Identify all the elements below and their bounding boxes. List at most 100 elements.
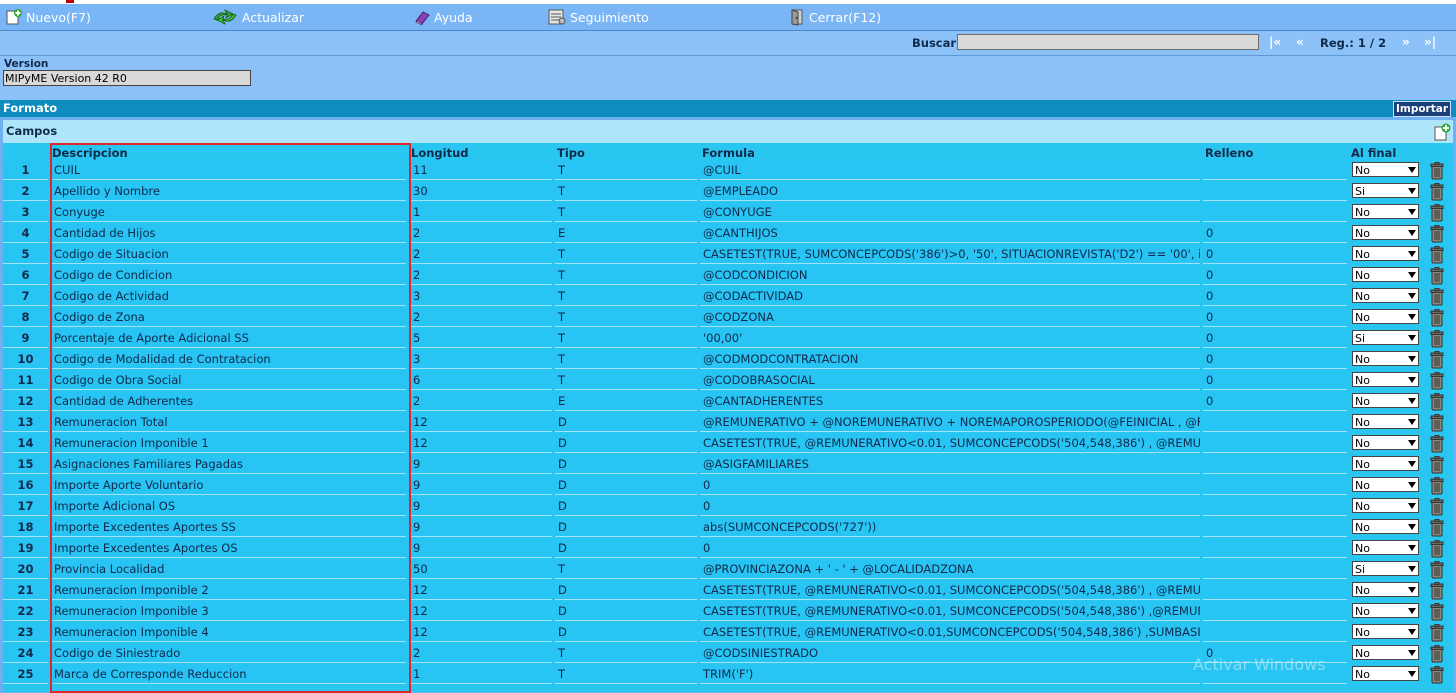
tipo-cell[interactable]: T (555, 329, 697, 348)
alfinal-select[interactable]: Si (1352, 330, 1419, 345)
formula-cell[interactable]: @CANTADHERENTES (700, 392, 1200, 411)
descripcion-cell[interactable]: Importe Excedentes Aportes OS (51, 539, 406, 558)
alfinal-select[interactable]: No (1352, 624, 1419, 639)
tipo-cell[interactable]: E (555, 224, 697, 243)
relleno-cell[interactable]: 0 (1203, 329, 1347, 348)
descripcion-cell[interactable]: Codigo de Siniestrado (51, 644, 406, 663)
relleno-cell[interactable] (1203, 434, 1347, 453)
descripcion-cell[interactable]: Codigo de Actividad (51, 287, 406, 306)
descripcion-cell[interactable]: Importe Aporte Voluntario (51, 476, 406, 495)
descripcion-cell[interactable]: Remuneracion Imponible 2 (51, 581, 406, 600)
longitud-cell[interactable]: 2 (410, 245, 552, 264)
version-input[interactable] (3, 70, 251, 86)
alfinal-select[interactable]: No (1352, 246, 1419, 261)
descripcion-cell[interactable]: Codigo de Situacion (51, 245, 406, 264)
longitud-cell[interactable]: 9 (410, 476, 552, 495)
tipo-cell[interactable]: D (555, 623, 697, 642)
alfinal-select[interactable]: No (1352, 393, 1419, 408)
formula-cell[interactable]: @CODZONA (700, 308, 1200, 327)
longitud-cell[interactable]: 1 (410, 203, 552, 222)
tipo-cell[interactable]: T (555, 161, 697, 180)
relleno-cell[interactable]: 0 (1203, 350, 1347, 369)
tipo-cell[interactable]: D (555, 476, 697, 495)
alfinal-select[interactable]: No (1352, 603, 1419, 618)
descripcion-cell[interactable]: Importe Adicional OS (51, 497, 406, 516)
formula-cell[interactable]: @CANTHIJOS (700, 224, 1200, 243)
longitud-cell[interactable]: 2 (410, 644, 552, 663)
relleno-cell[interactable]: 0 (1203, 266, 1347, 285)
descripcion-cell[interactable]: Apellido y Nombre (51, 182, 406, 201)
descripcion-cell[interactable]: CUIL (51, 161, 406, 180)
ayuda-button[interactable]: Ayuda (414, 8, 473, 26)
tipo-cell[interactable]: D (555, 518, 697, 537)
longitud-cell[interactable]: 1 (410, 665, 552, 684)
relleno-cell[interactable] (1203, 476, 1347, 495)
longitud-cell[interactable]: 2 (410, 266, 552, 285)
relleno-cell[interactable] (1203, 161, 1347, 180)
alfinal-select[interactable]: No (1352, 225, 1419, 240)
descripcion-cell[interactable]: Codigo de Condicion (51, 266, 406, 285)
search-input[interactable] (957, 34, 1259, 50)
importar-button[interactable]: Importar (1393, 101, 1451, 117)
longitud-cell[interactable]: 2 (410, 308, 552, 327)
tipo-cell[interactable]: T (555, 287, 697, 306)
descripcion-cell[interactable]: Remuneracion Imponible 4 (51, 623, 406, 642)
relleno-cell[interactable] (1203, 455, 1347, 474)
longitud-cell[interactable]: 2 (410, 224, 552, 243)
formula-cell[interactable]: @CODACTIVIDAD (700, 287, 1200, 306)
formula-cell[interactable]: CASETEST(TRUE, @REMUNERATIVO<0.01, SUMCO… (700, 434, 1200, 453)
prev-record-button[interactable]: « (1296, 35, 1304, 49)
alfinal-select[interactable]: No (1352, 582, 1419, 597)
descripcion-cell[interactable]: Conyuge (51, 203, 406, 222)
longitud-cell[interactable]: 11 (410, 161, 552, 180)
relleno-cell[interactable] (1203, 413, 1347, 432)
relleno-cell[interactable]: 0 (1203, 245, 1347, 264)
longitud-cell[interactable]: 12 (410, 413, 552, 432)
tipo-cell[interactable]: D (555, 581, 697, 600)
alfinal-select[interactable]: No (1352, 519, 1419, 534)
tipo-cell[interactable]: E (555, 392, 697, 411)
tipo-cell[interactable]: T (555, 203, 697, 222)
tipo-cell[interactable]: T (555, 644, 697, 663)
tipo-cell[interactable]: D (555, 413, 697, 432)
relleno-cell[interactable]: 0 (1203, 308, 1347, 327)
delete-trash-icon[interactable] (1428, 665, 1446, 688)
alfinal-select[interactable]: No (1352, 666, 1419, 681)
longitud-cell[interactable]: 9 (410, 518, 552, 537)
descripcion-cell[interactable]: Codigo de Obra Social (51, 371, 406, 390)
relleno-cell[interactable] (1203, 497, 1347, 516)
formula-cell[interactable]: CASETEST(TRUE, @REMUNERATIVO<0.01, SUMCO… (700, 602, 1200, 621)
tipo-cell[interactable]: D (555, 455, 697, 474)
last-record-button[interactable]: »| (1424, 35, 1436, 49)
formula-cell[interactable]: @CUIL (700, 161, 1200, 180)
tipo-cell[interactable]: D (555, 539, 697, 558)
descripcion-cell[interactable]: Marca de Corresponde Reduccion (51, 665, 406, 684)
longitud-cell[interactable]: 12 (410, 602, 552, 621)
descripcion-cell[interactable]: Codigo de Zona (51, 308, 406, 327)
longitud-cell[interactable]: 30 (410, 182, 552, 201)
formula-cell[interactable]: TRIM('F') (700, 665, 1200, 684)
formula-cell[interactable]: 0 (700, 476, 1200, 495)
formula-cell[interactable]: abs(SUMCONCEPCODS('727')) (700, 518, 1200, 537)
tipo-cell[interactable]: T (555, 308, 697, 327)
descripcion-cell[interactable]: Porcentaje de Aporte Adicional SS (51, 329, 406, 348)
formula-cell[interactable]: @CODMODCONTRATACION (700, 350, 1200, 369)
formula-cell[interactable]: 0 (700, 497, 1200, 516)
tipo-cell[interactable]: T (555, 182, 697, 201)
relleno-cell[interactable] (1203, 602, 1347, 621)
descripcion-cell[interactable]: Cantidad de Hijos (51, 224, 406, 243)
formula-cell[interactable]: '00,00' (700, 329, 1200, 348)
longitud-cell[interactable]: 12 (410, 581, 552, 600)
longitud-cell[interactable]: 50 (410, 560, 552, 579)
add-field-icon[interactable] (1432, 122, 1452, 142)
longitud-cell[interactable]: 2 (410, 392, 552, 411)
formula-cell[interactable]: @CONYUGE (700, 203, 1200, 222)
tipo-cell[interactable]: T (555, 245, 697, 264)
alfinal-select[interactable]: No (1352, 351, 1419, 366)
tipo-cell[interactable]: T (555, 560, 697, 579)
formula-cell[interactable]: CASETEST(TRUE, @REMUNERATIVO<0.01, SUMCO… (700, 581, 1200, 600)
descripcion-cell[interactable]: Asignaciones Familiares Pagadas (51, 455, 406, 474)
longitud-cell[interactable]: 9 (410, 497, 552, 516)
tipo-cell[interactable]: T (555, 350, 697, 369)
descripcion-cell[interactable]: Cantidad de Adherentes (51, 392, 406, 411)
